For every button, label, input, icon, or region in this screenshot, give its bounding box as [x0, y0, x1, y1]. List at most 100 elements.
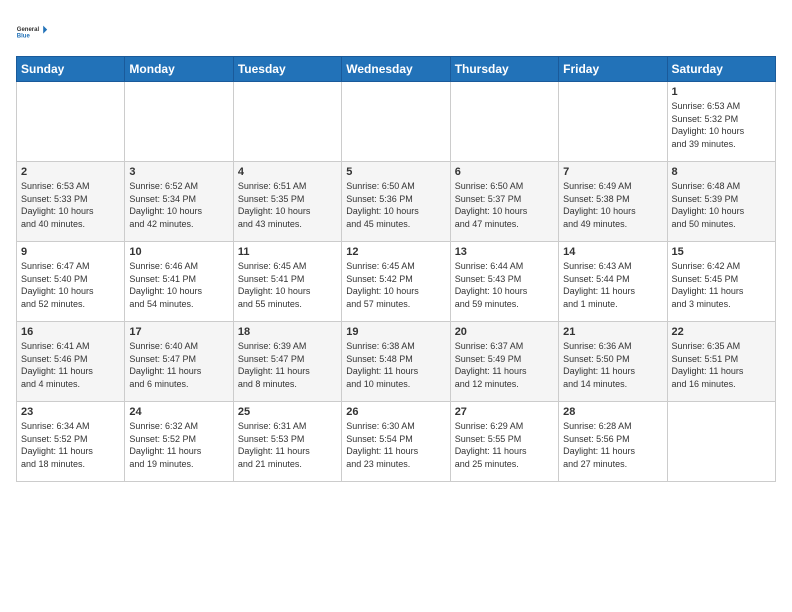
day-number: 25 — [238, 406, 337, 418]
calendar-day-cell: 24 Sunrise: 6:32 AM Sunset: 5:52 PM Dayli… — [125, 402, 233, 482]
calendar-day-cell: 17 Sunrise: 6:40 AM Sunset: 5:47 PM Dayli… — [125, 322, 233, 402]
calendar-day-cell — [450, 82, 558, 162]
day-number: 13 — [455, 246, 554, 258]
calendar-day-cell — [125, 82, 233, 162]
calendar-day-cell: 16 Sunrise: 6:41 AM Sunset: 5:46 PM Dayli… — [17, 322, 125, 402]
calendar-header-row: SundayMondayTuesdayWednesdayThursdayFrid… — [17, 57, 776, 82]
calendar-day-cell: 7 Sunrise: 6:49 AM Sunset: 5:38 PM Daylig… — [559, 162, 667, 242]
day-info: Sunrise: 6:53 AM Sunset: 5:33 PM Dayligh… — [21, 180, 120, 230]
day-number: 28 — [563, 406, 662, 418]
day-info: Sunrise: 6:32 AM Sunset: 5:52 PM Dayligh… — [129, 420, 228, 470]
day-info: Sunrise: 6:36 AM Sunset: 5:50 PM Dayligh… — [563, 340, 662, 390]
svg-text:Blue: Blue — [17, 34, 31, 40]
day-number: 18 — [238, 326, 337, 338]
calendar-week-row: 1 Sunrise: 6:53 AM Sunset: 5:32 PM Daylig… — [17, 82, 776, 162]
calendar-day-cell: 21 Sunrise: 6:36 AM Sunset: 5:50 PM Dayli… — [559, 322, 667, 402]
day-info: Sunrise: 6:41 AM Sunset: 5:46 PM Dayligh… — [21, 340, 120, 390]
calendar-day-cell: 26 Sunrise: 6:30 AM Sunset: 5:54 PM Dayli… — [342, 402, 450, 482]
calendar-day-cell: 5 Sunrise: 6:50 AM Sunset: 5:36 PM Daylig… — [342, 162, 450, 242]
day-number: 1 — [672, 86, 771, 98]
day-info: Sunrise: 6:30 AM Sunset: 5:54 PM Dayligh… — [346, 420, 445, 470]
calendar-day-cell: 28 Sunrise: 6:28 AM Sunset: 5:56 PM Dayli… — [559, 402, 667, 482]
logo: GeneralBlue — [16, 16, 48, 48]
day-info: Sunrise: 6:52 AM Sunset: 5:34 PM Dayligh… — [129, 180, 228, 230]
calendar-day-cell: 6 Sunrise: 6:50 AM Sunset: 5:37 PM Daylig… — [450, 162, 558, 242]
day-info: Sunrise: 6:51 AM Sunset: 5:35 PM Dayligh… — [238, 180, 337, 230]
day-number: 19 — [346, 326, 445, 338]
calendar-day-cell — [233, 82, 341, 162]
calendar-day-cell: 2Sunrise: 6:53 AM Sunset: 5:33 PM Daylig… — [17, 162, 125, 242]
day-info: Sunrise: 6:45 AM Sunset: 5:41 PM Dayligh… — [238, 260, 337, 310]
day-info: Sunrise: 6:50 AM Sunset: 5:36 PM Dayligh… — [346, 180, 445, 230]
svg-text:General: General — [17, 27, 40, 33]
day-number: 3 — [129, 166, 228, 178]
calendar-week-row: 16 Sunrise: 6:41 AM Sunset: 5:46 PM Dayli… — [17, 322, 776, 402]
calendar-day-cell: 8 Sunrise: 6:48 AM Sunset: 5:39 PM Daylig… — [667, 162, 775, 242]
calendar-day-cell: 15Sunrise: 6:42 AM Sunset: 5:45 PM Dayli… — [667, 242, 775, 322]
logo-icon: GeneralBlue — [16, 16, 48, 48]
day-info: Sunrise: 6:28 AM Sunset: 5:56 PM Dayligh… — [563, 420, 662, 470]
calendar-day-cell: 12 Sunrise: 6:45 AM Sunset: 5:42 PM Dayli… — [342, 242, 450, 322]
day-info: Sunrise: 6:39 AM Sunset: 5:47 PM Dayligh… — [238, 340, 337, 390]
day-info: Sunrise: 6:46 AM Sunset: 5:41 PM Dayligh… — [129, 260, 228, 310]
calendar-day-cell: 20 Sunrise: 6:37 AM Sunset: 5:49 PM Dayli… — [450, 322, 558, 402]
day-number: 20 — [455, 326, 554, 338]
day-info: Sunrise: 6:34 AM Sunset: 5:52 PM Dayligh… — [21, 420, 120, 470]
day-info: Sunrise: 6:45 AM Sunset: 5:42 PM Dayligh… — [346, 260, 445, 310]
day-number: 10 — [129, 246, 228, 258]
calendar-day-cell — [559, 82, 667, 162]
day-number: 16 — [21, 326, 120, 338]
calendar-day-cell — [667, 402, 775, 482]
day-header-tuesday: Tuesday — [233, 57, 341, 82]
calendar-day-cell: 10 Sunrise: 6:46 AM Sunset: 5:41 PM Dayli… — [125, 242, 233, 322]
day-number: 23 — [21, 406, 120, 418]
day-number: 27 — [455, 406, 554, 418]
day-info: Sunrise: 6:38 AM Sunset: 5:48 PM Dayligh… — [346, 340, 445, 390]
day-info: Sunrise: 6:47 AM Sunset: 5:40 PM Dayligh… — [21, 260, 120, 310]
day-header-monday: Monday — [125, 57, 233, 82]
day-header-thursday: Thursday — [450, 57, 558, 82]
calendar-week-row: 2Sunrise: 6:53 AM Sunset: 5:33 PM Daylig… — [17, 162, 776, 242]
day-info: Sunrise: 6:37 AM Sunset: 5:49 PM Dayligh… — [455, 340, 554, 390]
day-info: Sunrise: 6:43 AM Sunset: 5:44 PM Dayligh… — [563, 260, 662, 310]
day-number: 8 — [672, 166, 771, 178]
day-number: 5 — [346, 166, 445, 178]
calendar-day-cell: 22 Sunrise: 6:35 AM Sunset: 5:51 PM Dayli… — [667, 322, 775, 402]
day-info: Sunrise: 6:49 AM Sunset: 5:38 PM Dayligh… — [563, 180, 662, 230]
calendar-week-row: 9 Sunrise: 6:47 AM Sunset: 5:40 PM Daylig… — [17, 242, 776, 322]
calendar-day-cell: 27 Sunrise: 6:29 AM Sunset: 5:55 PM Dayli… — [450, 402, 558, 482]
day-number: 7 — [563, 166, 662, 178]
day-header-saturday: Saturday — [667, 57, 775, 82]
calendar-day-cell — [342, 82, 450, 162]
day-number: 17 — [129, 326, 228, 338]
calendar-day-cell: 14 Sunrise: 6:43 AM Sunset: 5:44 PM Dayli… — [559, 242, 667, 322]
day-number: 9 — [21, 246, 120, 258]
day-info: Sunrise: 6:42 AM Sunset: 5:45 PM Dayligh… — [672, 260, 771, 310]
day-number: 26 — [346, 406, 445, 418]
day-number: 4 — [238, 166, 337, 178]
day-info: Sunrise: 6:40 AM Sunset: 5:47 PM Dayligh… — [129, 340, 228, 390]
day-header-sunday: Sunday — [17, 57, 125, 82]
day-number: 22 — [672, 326, 771, 338]
calendar-day-cell — [17, 82, 125, 162]
day-number: 12 — [346, 246, 445, 258]
day-number: 6 — [455, 166, 554, 178]
day-info: Sunrise: 6:50 AM Sunset: 5:37 PM Dayligh… — [455, 180, 554, 230]
day-header-friday: Friday — [559, 57, 667, 82]
day-number: 14 — [563, 246, 662, 258]
day-info: Sunrise: 6:29 AM Sunset: 5:55 PM Dayligh… — [455, 420, 554, 470]
calendar-day-cell: 13Sunrise: 6:44 AM Sunset: 5:43 PM Dayli… — [450, 242, 558, 322]
calendar-table: SundayMondayTuesdayWednesdayThursdayFrid… — [16, 56, 776, 482]
day-info: Sunrise: 6:35 AM Sunset: 5:51 PM Dayligh… — [672, 340, 771, 390]
calendar-day-cell: 23 Sunrise: 6:34 AM Sunset: 5:52 PM Dayli… — [17, 402, 125, 482]
calendar-day-cell: 11Sunrise: 6:45 AM Sunset: 5:41 PM Dayli… — [233, 242, 341, 322]
calendar-day-cell: 1 Sunrise: 6:53 AM Sunset: 5:32 PM Daylig… — [667, 82, 775, 162]
calendar-day-cell: 4 Sunrise: 6:51 AM Sunset: 5:35 PM Daylig… — [233, 162, 341, 242]
day-info: Sunrise: 6:48 AM Sunset: 5:39 PM Dayligh… — [672, 180, 771, 230]
calendar-week-row: 23 Sunrise: 6:34 AM Sunset: 5:52 PM Dayli… — [17, 402, 776, 482]
day-info: Sunrise: 6:53 AM Sunset: 5:32 PM Dayligh… — [672, 100, 771, 150]
day-header-wednesday: Wednesday — [342, 57, 450, 82]
page-header: GeneralBlue — [16, 16, 776, 48]
day-number: 21 — [563, 326, 662, 338]
day-number: 24 — [129, 406, 228, 418]
